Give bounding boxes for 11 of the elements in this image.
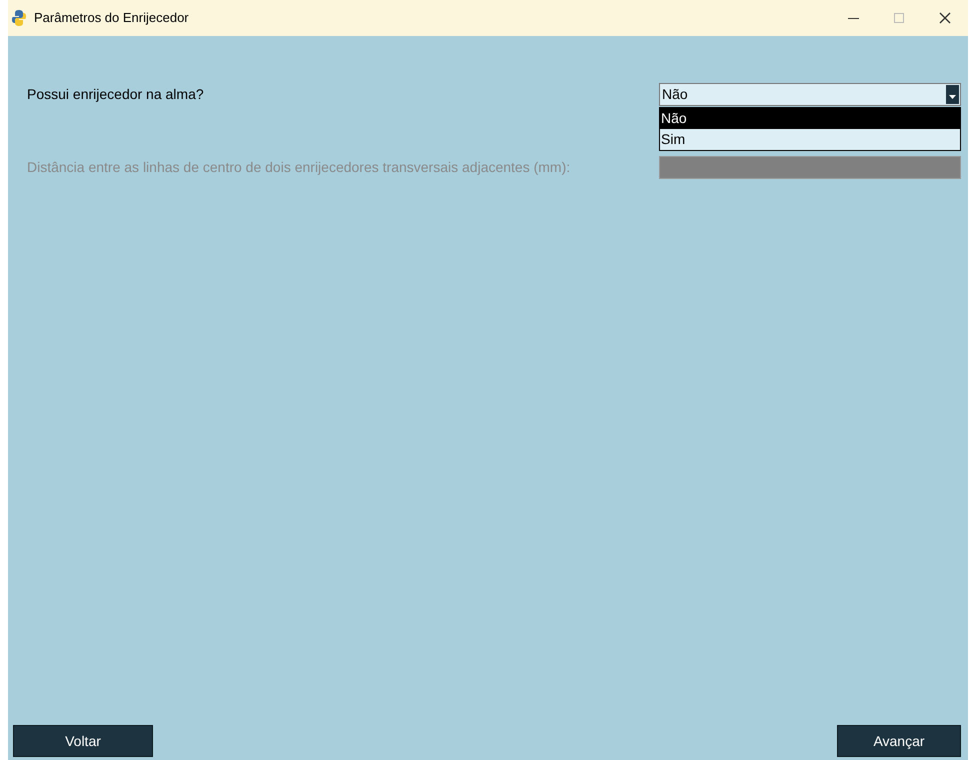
close-icon xyxy=(939,12,951,24)
window-title: Parâmetros do Enrijecedor xyxy=(34,9,189,28)
maximize-icon xyxy=(894,13,904,23)
dropdown-option[interactable]: Não xyxy=(660,108,960,129)
python-logo-icon xyxy=(12,10,26,26)
combobox[interactable]: Não xyxy=(659,83,961,106)
nav-button[interactable]: Voltar xyxy=(13,725,153,757)
dropdown-option[interactable]: Sim xyxy=(660,129,960,150)
question-label: Possui enrijecedor na alma? xyxy=(27,85,205,104)
nav-button[interactable]: Avançar xyxy=(837,725,961,757)
distance-label: Distância entre as linhas de centro de dois enrijecedores transversais adjacentes (mm): xyxy=(27,158,572,177)
